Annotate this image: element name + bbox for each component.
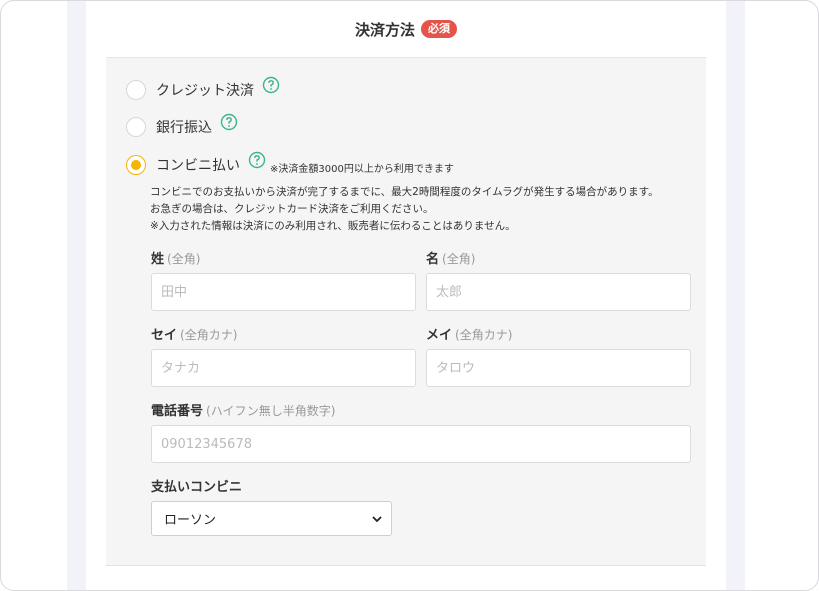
conbini-description: コンビニでのお支払いから決済が完了するまでに、最大2時間程度のタイムラグが発生す…: [150, 184, 659, 235]
store-select[interactable]: ローソン: [151, 501, 392, 536]
field-hint: (全角カナ): [455, 328, 513, 342]
field-hint: (全角): [167, 252, 201, 266]
last-name-input[interactable]: [151, 273, 416, 311]
phone-input[interactable]: [151, 425, 691, 463]
last-name-kana-input[interactable]: [151, 349, 416, 387]
payment-option-credit[interactable]: クレジット決済: [126, 76, 280, 100]
payment-option-label[interactable]: コンビニ払い: [156, 155, 240, 175]
radio-conbini[interactable]: [126, 155, 146, 175]
payment-option-label[interactable]: 銀行振込: [156, 117, 212, 137]
section-title: 決済方法: [354, 20, 415, 39]
last-name-label: 姓 (全角): [151, 248, 200, 267]
first-name-input[interactable]: [426, 273, 691, 311]
required-badge: 必須: [421, 20, 457, 38]
description-line: ※入力された情報は決済にのみ利用され、販売者に伝わることはありません。: [150, 220, 516, 232]
payment-option-conbini[interactable]: コンビニ払い ※決済金額3000円以上から利用できます: [126, 151, 454, 175]
field-hint: (全角カナ): [180, 328, 238, 342]
payment-option-label[interactable]: クレジット決済: [156, 80, 254, 100]
section-header: 決済方法 必須: [86, 1, 726, 57]
radio-credit[interactable]: [126, 80, 146, 100]
field-label-text: 姓: [151, 252, 165, 267]
first-name-kana-label: メイ (全角カナ): [426, 324, 512, 343]
description-line: コンビニでのお支払いから決済が完了するまでに、最大2時間程度のタイムラグが発生す…: [150, 186, 659, 198]
phone-label: 電話番号 (ハイフン無し半角数字): [151, 400, 335, 419]
payment-method-panel: クレジット決済 銀行振込 コンビニ払い ※決済金額3000円以上から利用できます…: [106, 57, 706, 566]
chevron-down-icon[interactable]: [371, 513, 383, 525]
description-line: お急ぎの場合は、クレジットカード決済をご利用ください。: [150, 203, 434, 215]
field-label-text: 名: [426, 252, 440, 267]
field-hint: (全角): [442, 252, 476, 266]
payment-option-bank[interactable]: 銀行振込: [126, 113, 238, 137]
question-circle-icon[interactable]: [262, 76, 280, 94]
field-label-text: 支払いコンビニ: [151, 480, 243, 495]
radio-bank[interactable]: [126, 117, 146, 137]
window-frame: 決済方法 必須 クレジット決済 銀行振込 コンビニ払い ※決済金額3000円以上…: [0, 0, 819, 591]
field-label-text: メイ: [426, 328, 453, 343]
store-label: 支払いコンビニ: [151, 476, 242, 495]
question-circle-icon[interactable]: [220, 113, 238, 131]
field-label-text: セイ: [151, 328, 178, 343]
store-select-value[interactable]: ローソン: [164, 509, 216, 528]
minimum-amount-notice: ※決済金額3000円以上から利用できます: [270, 163, 454, 175]
first-name-label: 名 (全角): [426, 248, 475, 267]
last-name-kana-label: セイ (全角カナ): [151, 324, 237, 343]
question-circle-icon[interactable]: [248, 151, 266, 169]
field-label-text: 電話番号: [151, 404, 204, 419]
first-name-kana-input[interactable]: [426, 349, 691, 387]
field-hint: (ハイフン無し半角数字): [206, 404, 336, 418]
payment-card: 決済方法 必須 クレジット決済 銀行振込 コンビニ払い ※決済金額3000円以上…: [86, 1, 726, 590]
